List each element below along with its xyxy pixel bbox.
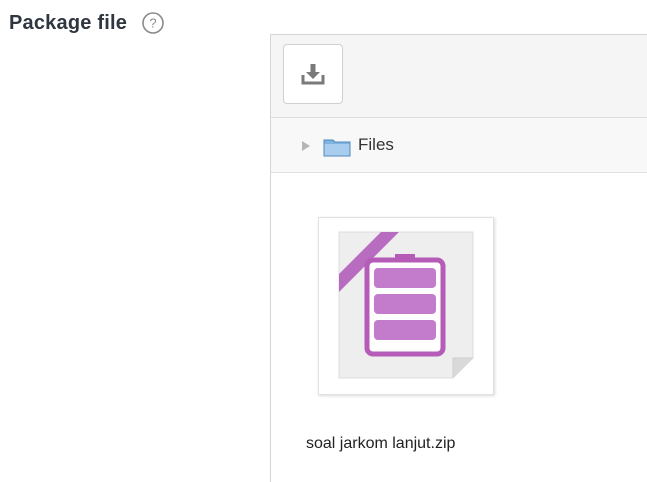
file-thumbnail[interactable] [318, 217, 494, 395]
zip-archive-icon [338, 231, 474, 379]
help-icon[interactable]: ? [141, 11, 165, 35]
folder-icon[interactable] [323, 137, 351, 157]
svg-text:?: ? [149, 16, 156, 31]
file-manager: Files soal jarkom lanjut.zip [270, 34, 647, 482]
file-manager-toolbar [271, 35, 647, 118]
download-icon [301, 64, 325, 85]
path-folder-name[interactable]: Files [358, 135, 394, 155]
download-button[interactable] [283, 44, 343, 104]
path-bar: Files [271, 118, 647, 173]
file-name[interactable]: soal jarkom lanjut.zip [306, 435, 455, 453]
file-list: soal jarkom lanjut.zip [271, 173, 647, 482]
expand-arrow-icon[interactable] [301, 140, 311, 152]
package-file-label-row: Package file ? [9, 11, 165, 35]
package-file-label: Package file [9, 11, 128, 34]
